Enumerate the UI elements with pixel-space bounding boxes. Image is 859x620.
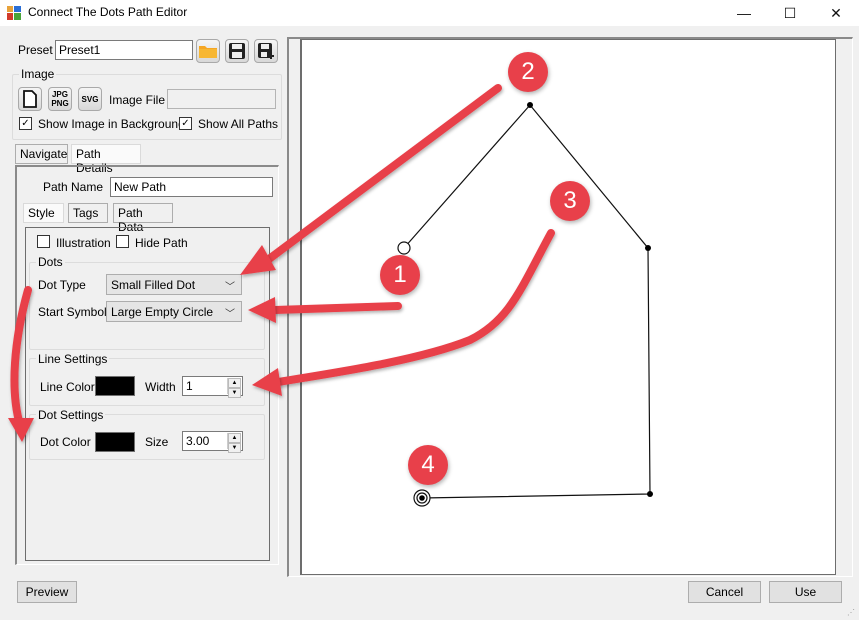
annotation-badge-3: 3 (550, 181, 590, 221)
canvas-overlay (8, 84, 653, 507)
path-dot[interactable] (527, 102, 533, 108)
resize-grip-icon[interactable]: ⋰ (847, 608, 855, 617)
start-symbol-circle[interactable] (397, 241, 411, 255)
annotation-badge-2: 2 (508, 52, 548, 92)
annotation-badge-4: 4 (408, 445, 448, 485)
arrowhead-1 (248, 297, 276, 323)
path-dot[interactable] (647, 491, 653, 497)
arrowhead-3 (252, 368, 282, 396)
path-line (403, 104, 651, 499)
annotation-arrow-4 (10, 286, 32, 429)
arrowhead-4 (8, 418, 34, 442)
path-dot[interactable] (645, 245, 651, 251)
end-symbol-target[interactable] (413, 489, 431, 507)
annotation-badge-1: 1 (380, 255, 420, 295)
annotation-arrow-1 (271, 302, 402, 314)
annotation-arrow-2 (261, 84, 502, 266)
